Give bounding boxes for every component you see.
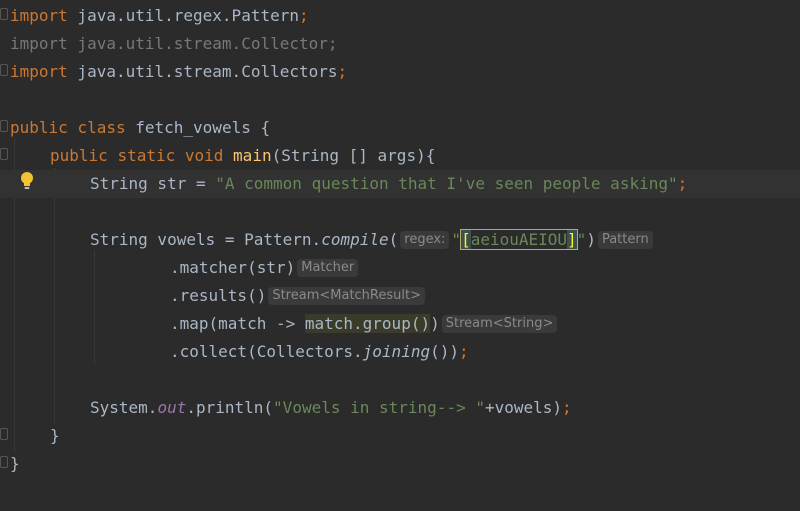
closing-brace: } <box>10 454 20 473</box>
highlighted-expression: match.group() <box>304 314 431 333</box>
code-line-13[interactable]: .collect(Collectors.joining()); <box>0 338 800 366</box>
semicolon: ; <box>459 342 469 361</box>
paren-close: ()) <box>430 342 459 361</box>
keyword-class: class <box>77 118 126 137</box>
semicolon: ; <box>298 6 309 25</box>
code-line-3[interactable]: import java.util.stream.Collectors; <box>0 58 800 86</box>
code-line-9[interactable]: String vowels = Pattern.compile(regex: "[… <box>0 226 800 254</box>
type-hint-stream-matchresult: Stream<MatchResult> <box>268 287 425 305</box>
code-line-5[interactable]: public class fetch_vowels { <box>0 114 800 142</box>
regex-bracket-open: [ <box>461 230 471 249</box>
keyword-public: public <box>50 146 108 165</box>
declaration: String vowels = Pattern. <box>90 230 322 249</box>
method-call-joining: joining <box>362 342 431 361</box>
class-name: fetch_vowels { <box>125 118 271 137</box>
code-line-6[interactable]: public static void main(String [] args){ <box>0 142 800 170</box>
method-name: main <box>233 146 272 165</box>
import-path: java.util.stream.Collectors <box>67 62 338 81</box>
type-hint-stream-string: Stream<String> <box>441 315 558 333</box>
concat-expression: +vowels) <box>484 398 563 417</box>
static-field-out: out <box>157 398 187 417</box>
quote-close: " <box>576 230 587 249</box>
semicolon: ; <box>562 398 572 417</box>
code-line-10[interactable]: .matcher(str) Matcher <box>0 254 800 282</box>
println-call: .println( <box>186 398 274 417</box>
param-hint-regex: regex: <box>400 231 450 249</box>
string-literal: "A common question that I've seen people… <box>215 174 678 193</box>
semicolon: ; <box>677 174 688 193</box>
keyword-static: static <box>117 146 176 165</box>
code-line-17[interactable]: } <box>0 450 800 478</box>
type-hint-pattern: Pattern <box>597 231 653 249</box>
method-call-compile: compile <box>321 230 389 249</box>
declaration: String str = <box>90 174 216 193</box>
system-class: System. <box>90 398 158 417</box>
string-literal: "Vowels in string--> " <box>273 398 485 417</box>
lightbulb-icon[interactable] <box>19 171 35 191</box>
chain-call-results: .results() <box>170 286 267 305</box>
regex-string: aeiouAEIOU <box>470 230 568 249</box>
paren-close: ) <box>430 314 440 333</box>
import-path: java.util.regex.Pattern <box>67 6 299 25</box>
code-line-15[interactable]: System.out.println("Vowels in string--> … <box>0 394 800 422</box>
quote-open: " <box>451 230 462 249</box>
closing-brace: } <box>50 426 60 445</box>
type-hint-matcher: Matcher <box>297 259 359 277</box>
regex-bracket-close: ] <box>567 230 577 249</box>
chain-call-matcher: .matcher(str) <box>170 258 296 277</box>
method-params: (String [] args){ <box>271 146 436 165</box>
code-line-11[interactable]: .results() Stream<MatchResult> <box>0 282 800 310</box>
code-line-12[interactable]: .map(match -> match.group()) Stream<Strin… <box>0 310 800 338</box>
code-line-16[interactable]: } <box>0 422 800 450</box>
chain-call-map: .map(match -> <box>170 314 305 333</box>
code-line-1[interactable]: import java.util.regex.Pattern; <box>0 2 800 30</box>
paren-close: ) <box>586 230 596 249</box>
code-line-7[interactable]: String str = "A common question that I'v… <box>0 170 800 198</box>
keyword-import: import <box>10 6 68 25</box>
semicolon: ; <box>337 62 348 81</box>
code-editor[interactable]: import java.util.regex.Pattern; import j… <box>0 0 800 511</box>
paren-open: ( <box>388 230 399 249</box>
keyword-void: void <box>184 146 224 165</box>
keyword-public: public <box>10 118 68 137</box>
chain-call-collect: .collect(Collectors. <box>170 342 363 361</box>
code-line-2[interactable]: import java.util.stream.Collector; <box>0 30 800 58</box>
keyword-import: import <box>10 62 68 81</box>
unused-import: import java.util.stream.Collector; <box>10 34 338 53</box>
